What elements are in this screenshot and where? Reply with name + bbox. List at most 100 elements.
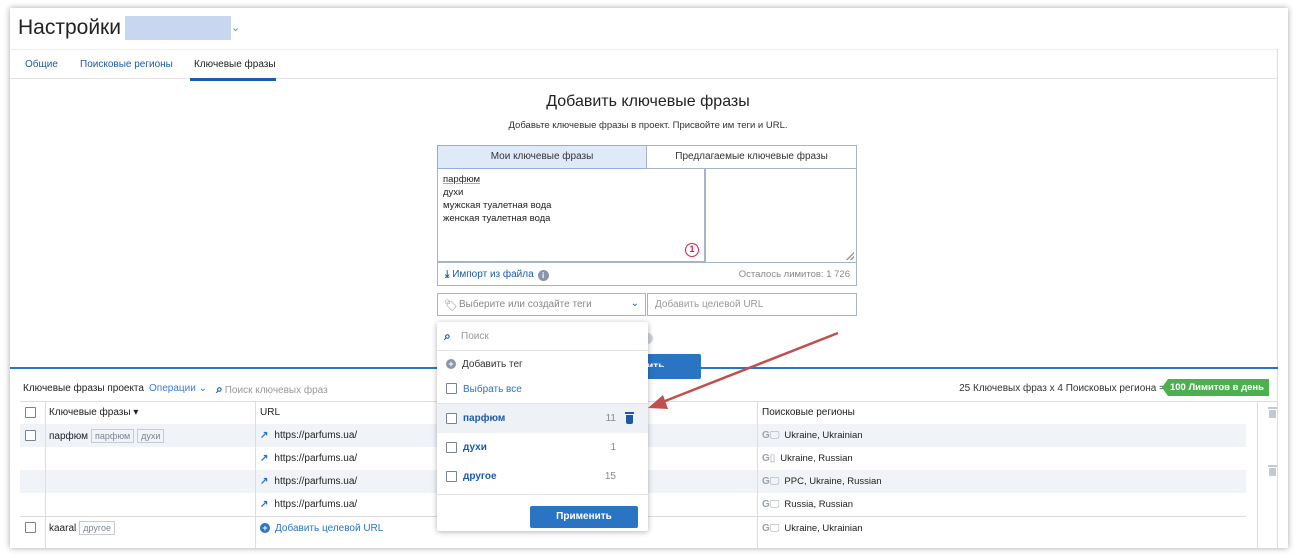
settings-window: Настройки ⌄ Общие Поисковые регионы Ключ… — [10, 8, 1288, 548]
chevron-down-icon[interactable]: ⌄ — [231, 21, 240, 34]
resize-grip-icon[interactable] — [846, 252, 854, 260]
column-header-regions: Поисковые регионы — [762, 407, 855, 418]
title-bar: Настройки ⌄ — [10, 8, 1288, 48]
tag-chip: духи — [137, 429, 165, 443]
project-name-redacted[interactable] — [125, 16, 231, 40]
region-cell: G▯ Ukraine, Russian — [762, 453, 853, 464]
add-target-url-link[interactable]: + Добавить целевой URL — [260, 523, 383, 534]
page-title: Настройки — [18, 16, 121, 39]
row-checkbox[interactable] — [25, 522, 36, 533]
keyword-line: женская туалетная вода — [443, 213, 551, 224]
keyword-search[interactable]: ⌕ Поиск ключевых фраз — [216, 382, 328, 397]
google-icon: G — [762, 430, 770, 441]
add-url-text: Добавить целевой URL — [275, 523, 384, 534]
tab-search-regions[interactable]: Поисковые регионы — [80, 59, 173, 70]
google-icon: G — [762, 523, 770, 534]
limits-summary: 25 Ключевых фраз x 4 Поисковых региона = — [959, 383, 1165, 394]
trash-icon[interactable] — [1268, 465, 1277, 476]
tab-keywords[interactable]: Ключевые фразы — [194, 59, 276, 70]
region-text: Russia, Russian — [784, 499, 854, 510]
search-icon: ⌕ — [216, 382, 223, 396]
project-keywords-title: Ключевые фразы проекта — [23, 383, 144, 394]
google-icon: G — [762, 476, 770, 487]
search-icon: ⌕ — [444, 329, 451, 343]
tag-option[interactable]: парфюм 11 — [437, 404, 648, 433]
url-text: https://parfums.ua/ — [274, 453, 358, 464]
tab-suggested-keywords[interactable]: Предлагаемые ключевые фразы — [646, 145, 857, 169]
info-icon[interactable]: i — [537, 270, 549, 281]
keywords-textarea[interactable]: парфюм духи мужская туалетная вода женск… — [437, 169, 705, 262]
sort-down-icon: ▾ — [133, 407, 139, 418]
import-label: Импорт из файла — [452, 269, 534, 280]
external-link-icon: ↗ — [260, 453, 269, 464]
tag-count: 15 — [604, 471, 616, 482]
divider — [45, 402, 46, 548]
plus-icon: + — [260, 523, 270, 533]
region-cell: G🖵 PPC, Ukraine, Russian — [762, 476, 882, 487]
select-all-checkbox[interactable] — [446, 383, 457, 394]
keywords-table: Ключевые фразы ▾ URL Поисковые регионы п… — [20, 401, 1278, 548]
tag-search-placeholder: Поиск — [461, 331, 489, 342]
region-text: Ukraine, Ukrainian — [784, 523, 863, 534]
tag-dropdown: ⌕ Поиск + Добавить тег Выбрать все парфюм… — [437, 322, 648, 531]
keywords-header-label: Ключевые фразы — [49, 407, 131, 418]
select-all-option[interactable]: Выбрать все — [446, 383, 522, 395]
url-cell[interactable]: ↗ https://parfums.ua/ — [260, 453, 357, 464]
tag-name: другое — [463, 471, 497, 482]
tag-select-placeholder: Выберите или создайте теги — [459, 299, 592, 310]
trash-icon[interactable] — [625, 412, 634, 424]
external-link-icon: ↗ — [260, 499, 269, 510]
operations-dropdown[interactable]: Операции ⌄ — [149, 383, 207, 394]
settings-tabs: Общие Поисковые регионы Ключевые фразы — [10, 49, 1278, 81]
keyword-cell: kaaral другое — [49, 521, 116, 535]
chevron-down-icon: ⌄ — [630, 298, 639, 309]
tag-chip: другое — [79, 521, 116, 535]
keyword-source-tabs: Мои ключевые фразы Предлагаемые ключевые… — [437, 145, 857, 169]
url-cell[interactable]: ↗ https://parfums.ua/ — [260, 430, 357, 441]
google-icon: G — [762, 499, 770, 510]
region-text: PPC, Ukraine, Russian — [784, 476, 882, 487]
desktop-icon: 🖵 — [769, 499, 780, 510]
import-bar: ⤓ Импорт из файла i Осталось лимитов: 1 7… — [437, 262, 857, 286]
divider — [757, 402, 758, 548]
chevron-down-icon: ⌄ — [198, 383, 207, 394]
tag-icon: 🏷 — [444, 300, 458, 312]
keyword-line: мужская туалетная вода — [443, 200, 552, 211]
url-cell[interactable]: ↗ https://parfums.ua/ — [260, 476, 357, 487]
tag-search[interactable]: ⌕ Поиск — [437, 322, 648, 351]
url-cell[interactable]: ↗ https://parfums.ua/ — [260, 499, 357, 510]
column-header-keywords[interactable]: Ключевые фразы ▾ — [49, 402, 138, 424]
tag-option[interactable]: другое 15 — [437, 462, 648, 491]
tag-select[interactable]: 🏷 Выберите или создайте теги ⌄ — [437, 293, 646, 316]
keyword-cell: парфюм парфюм духи — [49, 429, 165, 443]
add-tag-label: Добавить тег — [462, 359, 523, 370]
keyword-text: kaaral — [49, 523, 77, 534]
external-link-icon: ↗ — [260, 476, 269, 487]
tag-checkbox[interactable] — [446, 413, 457, 424]
region-cell: G🖵 Ukraine, Ukrainian — [762, 430, 863, 441]
section-subheading: Добавьте ключевые фразы в проект. Присво… — [508, 120, 788, 131]
select-all-checkbox[interactable] — [25, 407, 36, 418]
tag-checkbox[interactable] — [446, 471, 457, 482]
import-from-file-link[interactable]: ⤓ Импорт из файла i — [445, 269, 549, 281]
tag-count: 11 — [605, 413, 616, 424]
daily-limit-badge: 100 Лимитов в день — [1161, 379, 1269, 396]
divider — [255, 402, 256, 548]
add-tag-option[interactable]: + Добавить тег — [446, 359, 523, 370]
tag-checkbox[interactable] — [446, 442, 457, 453]
target-url-input[interactable]: Добавить целевой URL — [647, 293, 857, 316]
tab-general[interactable]: Общие — [25, 59, 58, 70]
tab-my-keywords[interactable]: Мои ключевые фразы — [437, 145, 647, 169]
mobile-icon: ▯ — [769, 453, 776, 464]
apply-button[interactable]: Применить — [530, 506, 638, 528]
column-header-url: URL — [260, 407, 281, 418]
url-text: https://parfums.ua/ — [274, 476, 358, 487]
tag-option[interactable]: духи 1 — [437, 433, 648, 462]
trash-icon[interactable] — [1268, 407, 1277, 418]
external-link-icon: ↗ — [260, 430, 269, 441]
desktop-icon: 🖵 — [769, 430, 780, 441]
divider — [437, 494, 648, 495]
region-text: Ukraine, Russian — [780, 453, 853, 464]
divider — [1257, 402, 1258, 548]
row-checkbox[interactable] — [25, 430, 36, 441]
